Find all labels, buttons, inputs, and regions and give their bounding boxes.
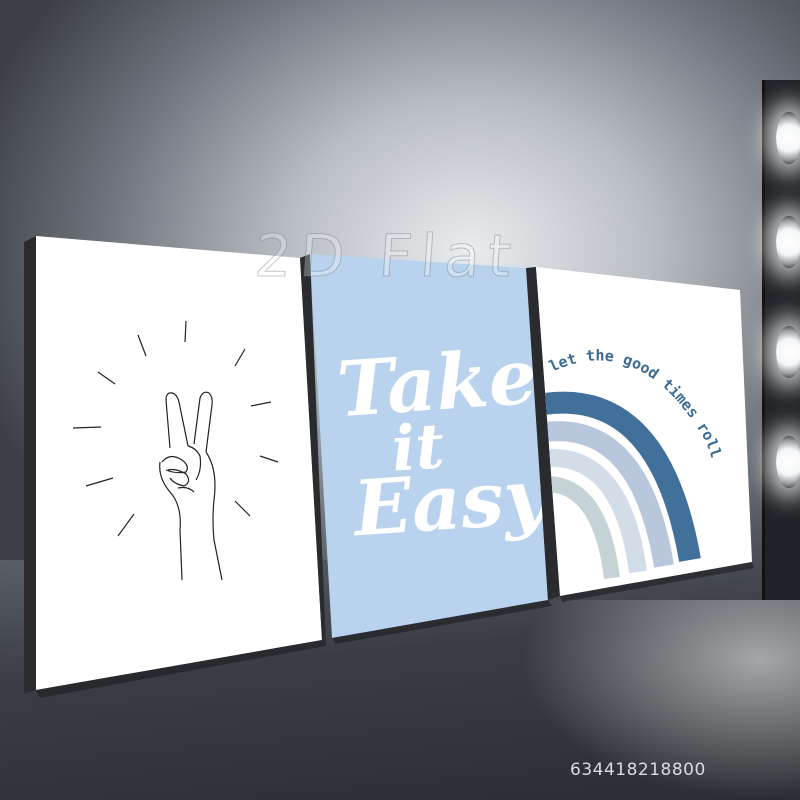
gallery-scene: Take it Easy let the good times roll 2D … [0,0,800,800]
product-id-text: 634418218800 [570,760,706,780]
watermark-text: 2D Flat [252,222,522,291]
poster-right: let the good times roll [526,267,754,602]
